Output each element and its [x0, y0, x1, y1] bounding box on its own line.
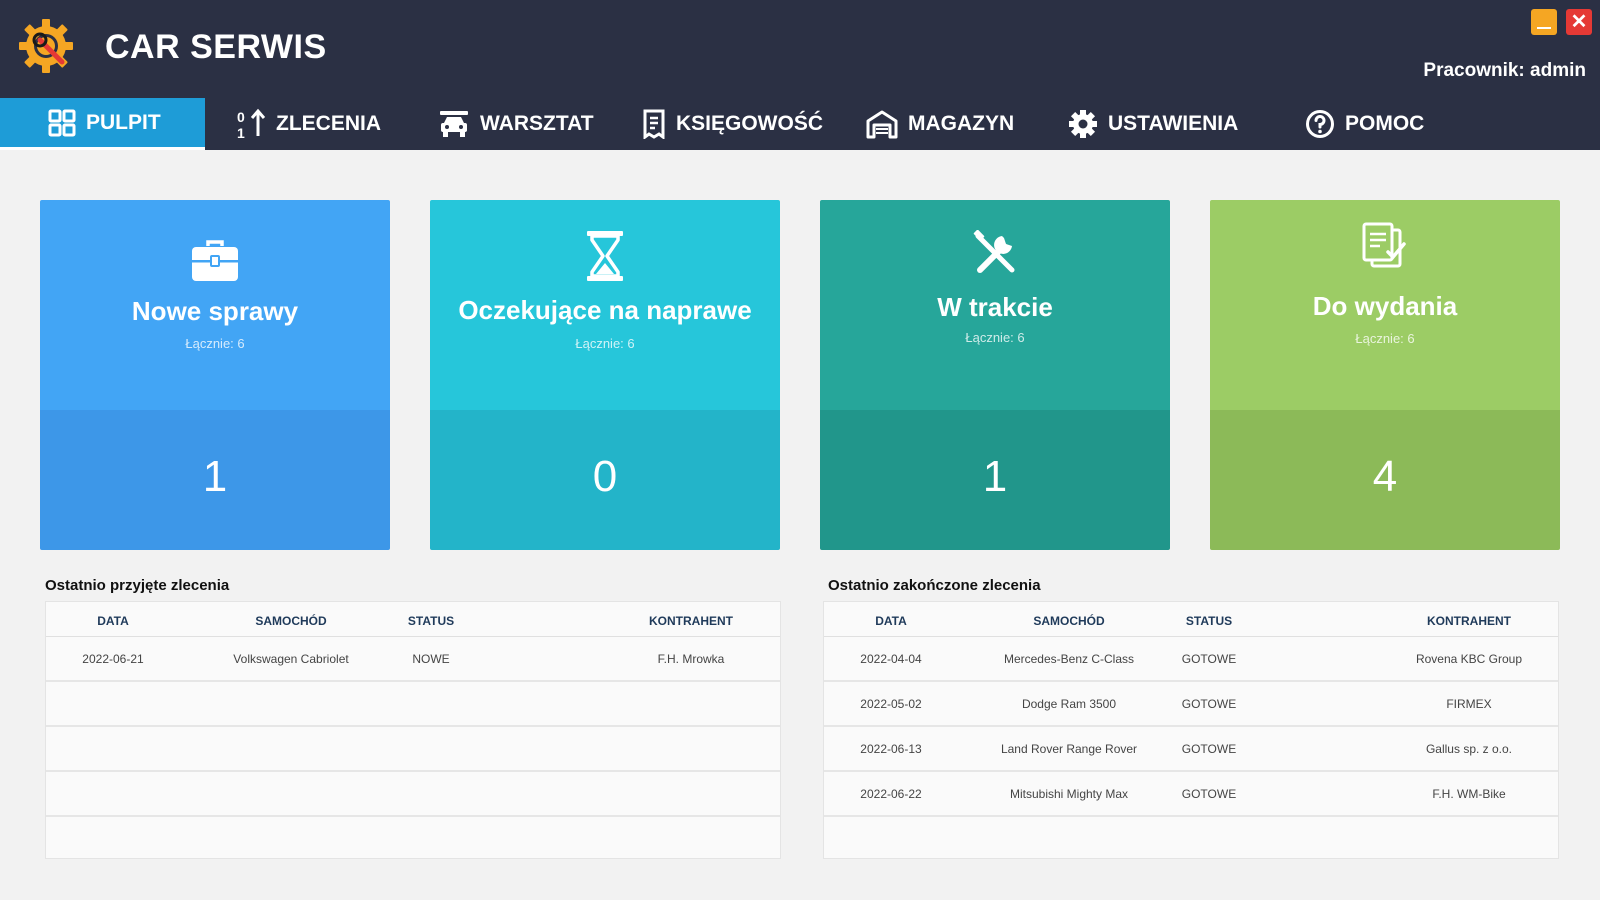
tab-label: USTAWIENIA: [1108, 112, 1239, 135]
warehouse-icon: [866, 110, 898, 139]
help-circle-icon: [1306, 110, 1334, 138]
table-row[interactable]: 2022-05-02 Dodge Ram 3500 GOTOWE FIRMEX: [824, 682, 1558, 727]
minimize-button[interactable]: [1531, 9, 1557, 35]
table-header: DATA SAMOCHÓD STATUS KONTRAHENT: [824, 602, 1558, 637]
table-row-empty[interactable]: [46, 682, 780, 727]
column-header-status[interactable]: STATUS: [1164, 614, 1254, 628]
card-title: W trakcie: [937, 292, 1053, 322]
column-header-data[interactable]: DATA: [73, 614, 153, 628]
tab-label: MAGAZYN: [908, 112, 1015, 135]
svg-text:0: 0: [237, 109, 245, 125]
car-service-icon: [440, 111, 468, 137]
cell-status: GOTOWE: [1181, 742, 1237, 756]
recent-completed-title: Ostatnio zakończone zlecenia: [828, 577, 1041, 594]
column-header-samochod[interactable]: SAMOCHÓD: [211, 614, 371, 628]
cell-data: 2022-04-04: [860, 652, 922, 666]
table-row-empty[interactable]: [824, 817, 1558, 862]
table-row[interactable]: 2022-06-21 Volkswagen Cabriolet NOWE F.H…: [46, 637, 780, 682]
tab-ksiegowosc[interactable]: KSIĘGOWOŚĆ: [642, 98, 823, 150]
table-row-empty[interactable]: [46, 727, 780, 772]
cell-status: GOTOWE: [1181, 787, 1237, 801]
card-title: Oczekujące na naprawe: [458, 295, 752, 325]
briefcase-icon: [192, 240, 238, 281]
card-total-label: Łącznie: 6: [1355, 331, 1415, 346]
card-title: Nowe sprawy: [131, 296, 299, 326]
cell-data: 2022-05-02: [860, 697, 922, 711]
tab-label: POMOC: [1345, 112, 1425, 135]
card-count: 1: [202, 452, 228, 501]
cell-kontrahent: FIRMEX: [1446, 697, 1492, 711]
tab-pulpit[interactable]: PULPIT: [0, 98, 205, 150]
receipt-icon: [643, 109, 665, 139]
tab-warsztat[interactable]: WARSZTAT: [438, 98, 594, 150]
table-row-empty[interactable]: [46, 817, 780, 862]
card-w-trakcie[interactable]: W trakcie Łącznie: 6 1: [820, 200, 1170, 550]
dashboard-grid-icon: [48, 109, 76, 136]
tab-ustawienia[interactable]: USTAWIENIA: [1068, 98, 1238, 150]
cell-samochod: Mercedes-Benz C-Class: [1003, 652, 1135, 666]
tab-label: ZLECENIA: [276, 112, 381, 135]
cell-status: GOTOWE: [1181, 652, 1237, 666]
tab-zlecenia[interactable]: 0 1 ZLECENIA: [236, 98, 381, 150]
table-row[interactable]: 2022-06-13 Land Rover Range Rover GOTOWE…: [824, 727, 1558, 772]
table-header: DATA SAMOCHÓD STATUS KONTRAHENT: [46, 602, 780, 637]
app-title: CAR SERWIS: [105, 28, 327, 66]
cell-data: 2022-06-21: [82, 652, 144, 666]
card-total-label: Łącznie: 6: [965, 330, 1025, 345]
tab-label: WARSZTAT: [480, 112, 594, 135]
cell-kontrahent: F.H. Mrowka: [657, 652, 725, 666]
recent-received-title: Ostatnio przyjęte zlecenia: [45, 577, 230, 594]
column-header-kontrahent[interactable]: KONTRAHENT: [586, 614, 796, 628]
tools-icon: [973, 230, 1015, 273]
svg-text:1: 1: [237, 125, 245, 140]
cell-samochod: Volkswagen Cabriolet: [233, 652, 349, 666]
card-do-wydania[interactable]: Do wydania Łącznie: 6 4: [1210, 200, 1560, 550]
column-header-kontrahent[interactable]: KONTRAHENT: [1364, 614, 1574, 628]
card-total-label: Łącznie: 6: [575, 336, 635, 351]
gear-icon: [1069, 110, 1097, 138]
cell-kontrahent: Rovena KBC Group: [1415, 652, 1523, 666]
tab-label: KSIĘGOWOŚĆ: [676, 112, 824, 135]
title-bar: CAR SERWIS ✕ Pracownik: admin: [0, 0, 1600, 98]
app-logo-gear-wrench-icon: [19, 19, 73, 73]
recent-received-table: DATA SAMOCHÓD STATUS KONTRAHENT 2022-06-…: [45, 601, 781, 859]
card-total-label: Łącznie: 6: [185, 336, 245, 351]
current-user-label: Pracownik: admin: [1423, 60, 1586, 81]
cell-data: 2022-06-13: [860, 742, 922, 756]
cell-data: 2022-06-22: [860, 787, 922, 801]
card-count: 0: [592, 452, 618, 501]
card-nowe-sprawy[interactable]: Nowe sprawy Łącznie: 6 1: [40, 200, 390, 550]
cell-kontrahent: Gallus sp. z o.o.: [1425, 742, 1513, 756]
tab-label: PULPIT: [86, 110, 161, 134]
table-row[interactable]: 2022-06-22 Mitsubishi Mighty Max GOTOWE …: [824, 772, 1558, 817]
close-button[interactable]: ✕: [1566, 9, 1592, 35]
card-count: 4: [1372, 452, 1398, 501]
tab-magazyn[interactable]: MAGAZYN: [866, 98, 1014, 150]
table-row-empty[interactable]: [46, 772, 780, 817]
cell-samochod: Dodge Ram 3500: [1021, 697, 1117, 711]
column-header-data[interactable]: DATA: [851, 614, 931, 628]
documents-check-icon: [1362, 222, 1406, 268]
card-oczekujace[interactable]: Oczekujące na naprawe Łącznie: 6 0: [430, 200, 780, 550]
tab-pomoc[interactable]: POMOC: [1305, 98, 1424, 150]
table-row[interactable]: 2022-04-04 Mercedes-Benz C-Class GOTOWE …: [824, 637, 1558, 682]
cell-samochod: Mitsubishi Mighty Max: [1009, 787, 1129, 801]
main-navigation: PULPIT 0 1 ZLECENIA WARSZTAT KSIĘGOWOŚĆ: [0, 98, 1600, 150]
column-header-status[interactable]: STATUS: [386, 614, 476, 628]
sort-numbers-icon: 0 1: [237, 108, 266, 140]
column-header-samochod[interactable]: SAMOCHÓD: [989, 614, 1149, 628]
card-title: Do wydania: [1312, 291, 1458, 321]
cell-samochod: Land Rover Range Rover: [1000, 742, 1138, 756]
cell-status: NOWE: [412, 652, 450, 666]
recent-completed-table: DATA SAMOCHÓD STATUS KONTRAHENT 2022-04-…: [823, 601, 1559, 859]
cell-status: GOTOWE: [1181, 697, 1237, 711]
cell-kontrahent: F.H. WM-Bike: [1432, 787, 1506, 801]
hourglass-icon: [587, 231, 623, 281]
card-count: 1: [982, 452, 1008, 501]
